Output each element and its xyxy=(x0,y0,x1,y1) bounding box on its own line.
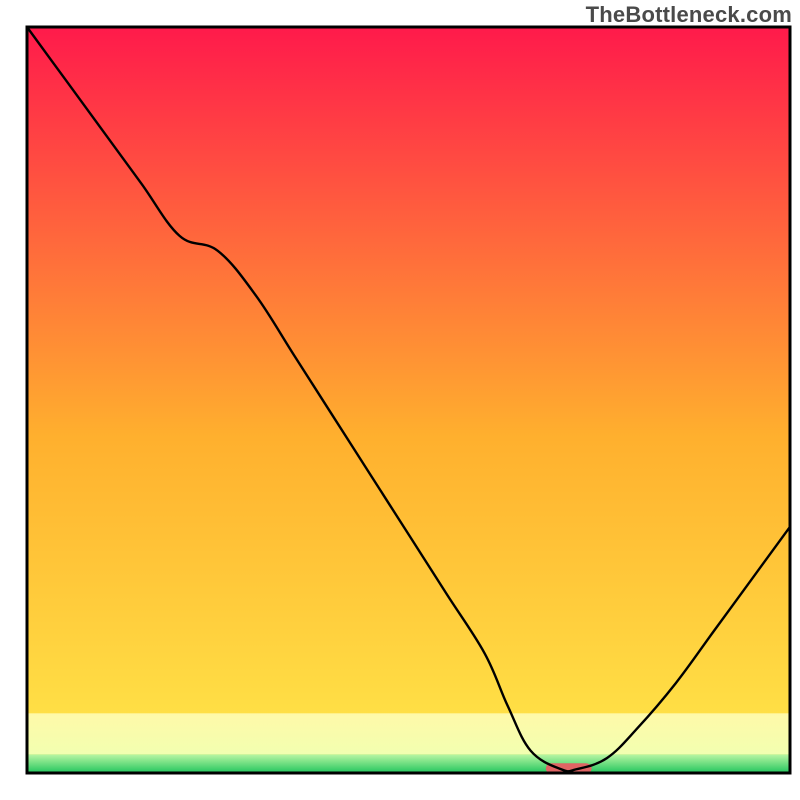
plot-area xyxy=(27,27,790,774)
watermark-label: TheBottleneck.com xyxy=(586,2,792,28)
green-band xyxy=(27,754,790,773)
chart-svg xyxy=(0,0,800,800)
chart-root: TheBottleneck.com xyxy=(0,0,800,800)
pale-band xyxy=(27,713,790,754)
gradient-background xyxy=(27,27,790,773)
